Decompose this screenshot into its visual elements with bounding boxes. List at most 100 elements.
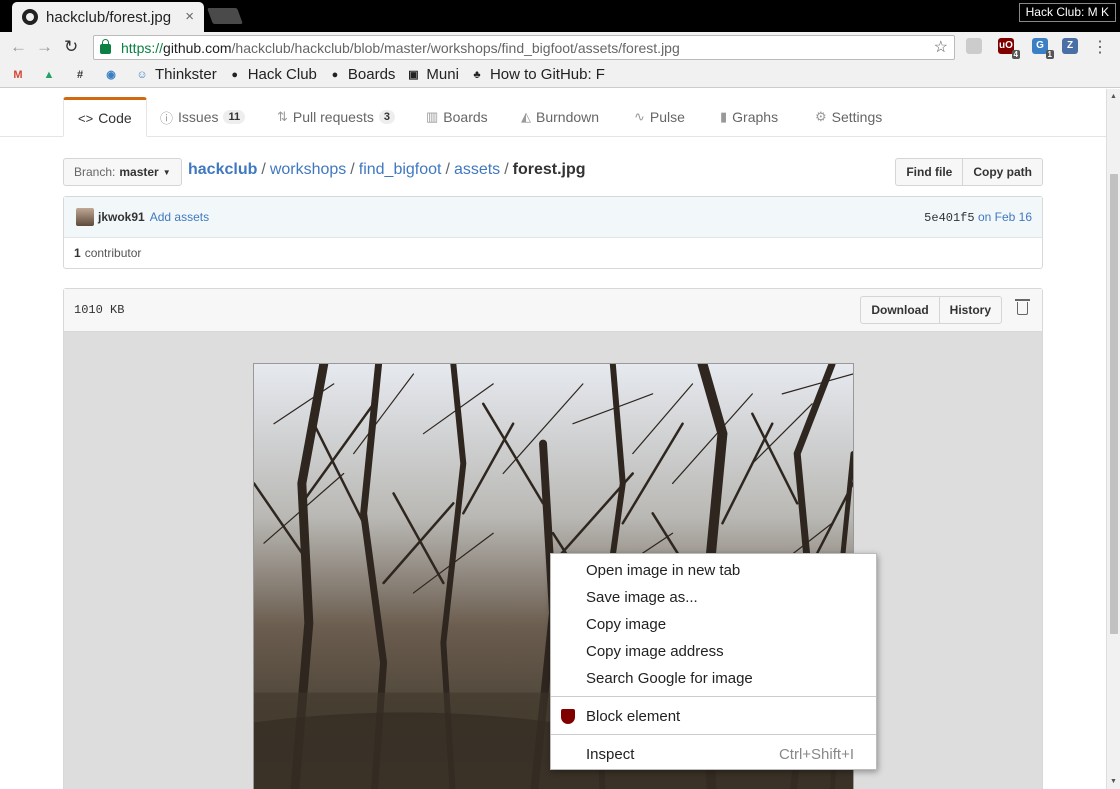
copy-image-item[interactable]: Copy image bbox=[551, 611, 876, 638]
contributors-count: 1 bbox=[74, 246, 81, 260]
address-bar[interactable]: https://github.com/hackclub/hackclub/blo… bbox=[93, 35, 955, 60]
browser-menu-icon[interactable]: ⋮ bbox=[1092, 37, 1108, 57]
bookmark-label: Hack Club bbox=[247, 66, 317, 83]
new-tab-button[interactable] bbox=[207, 8, 243, 24]
page-scrollbar[interactable]: ▲ ▼ bbox=[1106, 89, 1120, 789]
repo-nav: <> Code ⓘ Issues 11 ⇅ Pull requests 3 ▥ Boards ◭ Bu… bbox=[0, 89, 1106, 137]
breadcrumb-assets-link[interactable]: assets bbox=[454, 161, 500, 178]
tab-issues[interactable]: ⓘ Issues 11 bbox=[146, 97, 259, 137]
avatar[interactable] bbox=[76, 208, 94, 226]
browser-tab[interactable]: hackclub/forest.jpg × bbox=[12, 2, 204, 32]
save-image-as-item[interactable]: Save image as... bbox=[551, 584, 876, 611]
code-icon: <> bbox=[78, 110, 94, 126]
scroll-thumb[interactable] bbox=[1110, 174, 1118, 634]
tab-count-badge: 3 bbox=[378, 110, 395, 124]
copy-path-button[interactable]: Copy path bbox=[963, 158, 1043, 186]
back-icon[interactable]: ← bbox=[10, 37, 27, 57]
slack-hash-icon: # bbox=[76, 68, 84, 81]
tab-burndown[interactable]: ◭ Burndown bbox=[507, 97, 613, 137]
bookmark-muni[interactable]: ▣ Muni bbox=[405, 66, 459, 83]
tab-label: Issues bbox=[178, 109, 219, 125]
breadcrumb-find-bigfoot-link[interactable]: find_bigfoot bbox=[359, 161, 442, 178]
lock-icon bbox=[100, 39, 111, 54]
issues-icon: ⓘ bbox=[160, 110, 174, 126]
tab-code[interactable]: <> Code bbox=[63, 97, 147, 137]
tab-label: Code bbox=[98, 110, 132, 126]
github-favicon-icon bbox=[22, 9, 38, 25]
tab-pulse[interactable]: ∿ Pulse bbox=[620, 97, 699, 137]
find-file-button[interactable]: Find file bbox=[895, 158, 964, 186]
bookmark-label: Muni bbox=[426, 66, 459, 83]
forward-icon[interactable]: → bbox=[36, 37, 53, 57]
breadcrumb-separator: / bbox=[504, 161, 509, 178]
bookmark-slack-hash[interactable]: # bbox=[72, 67, 93, 83]
tab-close-icon[interactable]: × bbox=[185, 8, 194, 25]
download-button[interactable]: Download bbox=[860, 296, 940, 324]
contributors-label: contributor bbox=[84, 246, 142, 260]
tab-label: Settings bbox=[831, 109, 883, 125]
tab-settings[interactable]: ⚙ Settings bbox=[801, 97, 896, 137]
bookmark-boards[interactable]: ● Boards bbox=[327, 66, 396, 83]
bookmark-eye[interactable]: ◉ bbox=[103, 67, 124, 83]
bookmark-hack-club[interactable]: ● Hack Club bbox=[227, 66, 317, 83]
copy-image-address-item[interactable]: Copy image address bbox=[551, 638, 876, 665]
inspect-item[interactable]: Inspect Ctrl+Shift+I bbox=[551, 741, 876, 768]
ublock-icon bbox=[561, 709, 575, 724]
breadcrumb-separator: / bbox=[445, 161, 450, 178]
bookmark-how-to-github-f[interactable]: ♣ How to GitHub: F bbox=[469, 66, 605, 83]
commit-message-link[interactable]: Add assets bbox=[150, 210, 209, 224]
tab-boards[interactable]: ▥ Boards bbox=[412, 97, 502, 137]
bookmark-drive[interactable]: ▲ bbox=[41, 67, 62, 83]
commit-author-link[interactable]: jkwok91 bbox=[98, 210, 145, 224]
latest-commit-row: jkwok91 Add assets 5e401f5 on Feb 16 bbox=[64, 197, 1042, 238]
open-image-new-tab-item[interactable]: Open image in new tab bbox=[551, 557, 876, 584]
contributors-row: 1 contributor bbox=[64, 238, 1042, 268]
block-element-item[interactable]: Block element bbox=[551, 703, 876, 730]
github-icon: ● bbox=[331, 68, 339, 81]
reader-icon[interactable] bbox=[966, 38, 982, 54]
inspect-shortcut: Ctrl+Shift+I bbox=[778, 746, 854, 763]
tab-graphs[interactable]: ▮ Graphs bbox=[706, 97, 792, 137]
browser-toolbar: ← → ↻ https://github.com/hackclub/hackcl… bbox=[0, 32, 1120, 62]
block-element-label: Block element bbox=[586, 708, 681, 725]
breadcrumb-workshops-link[interactable]: workshops bbox=[270, 161, 346, 178]
bookmark-label: Boards bbox=[347, 66, 396, 83]
tab-strip: hackclub/forest.jpg × Hack Club: M K bbox=[0, 0, 1120, 32]
commit-sha-link[interactable]: 5e401f5 bbox=[924, 211, 974, 225]
zotero-icon[interactable]: Z bbox=[1062, 38, 1078, 54]
commit-meta: 5e401f5 on Feb 16 bbox=[924, 210, 1032, 225]
tab-label: Pulse bbox=[649, 109, 685, 125]
drive-icon: ▲ bbox=[43, 68, 55, 81]
reload-icon[interactable]: ↻ bbox=[64, 37, 78, 57]
breadcrumb-separator: / bbox=[350, 161, 355, 178]
bookmark-gmail[interactable]: M bbox=[10, 67, 31, 83]
tab-pull-requests[interactable]: ⇅ Pull requests 3 bbox=[263, 97, 409, 137]
scroll-down-icon[interactable]: ▼ bbox=[1110, 778, 1117, 785]
branch-name: master bbox=[119, 165, 159, 179]
ublock-icon[interactable]: uO 4 bbox=[998, 38, 1020, 59]
tab-count-badge: 11 bbox=[223, 110, 246, 124]
trash-icon[interactable] bbox=[1015, 299, 1030, 315]
pull-requests-icon: ⇅ bbox=[277, 109, 288, 124]
tab-label: Pull requests bbox=[292, 109, 374, 125]
search-google-image-item[interactable]: Search Google for image bbox=[551, 665, 876, 692]
file-nav-buttons: Find file Copy path bbox=[895, 158, 1043, 186]
ghostery-icon[interactable]: G1 bbox=[1032, 38, 1054, 59]
bookmarks-bar: M ▲ # ◉ ☺ Thinkster ● Hack Club ● Boards ▣ Muni ♣ How… bbox=[0, 62, 1120, 88]
commit-date-prefix: on bbox=[977, 210, 992, 224]
bookmark-star-icon[interactable]: ☆ bbox=[934, 37, 948, 57]
context-menu: Open image in new tab Save image as... C… bbox=[550, 553, 877, 770]
breadcrumb-filename: forest.jpg bbox=[512, 161, 586, 178]
scroll-up-icon[interactable]: ▲ bbox=[1110, 93, 1117, 100]
muni-icon: ▣ bbox=[408, 68, 419, 81]
tab-label: Graphs bbox=[732, 109, 779, 125]
branch-select-button[interactable]: Branch: master ▼ bbox=[63, 158, 182, 186]
breadcrumb: hackclub / workshops / find_bigfoot / assets / f… bbox=[188, 161, 586, 179]
menu-divider bbox=[551, 734, 876, 735]
history-button[interactable]: History bbox=[939, 296, 1002, 324]
graphs-icon: ▮ bbox=[720, 109, 728, 124]
eye-icon: ◉ bbox=[106, 68, 116, 81]
breadcrumb-repo-link[interactable]: hackclub bbox=[188, 161, 257, 178]
bookmark-thinkster[interactable]: ☺ Thinkster bbox=[134, 66, 216, 83]
profile-button[interactable]: Hack Club: M K bbox=[1018, 3, 1116, 22]
